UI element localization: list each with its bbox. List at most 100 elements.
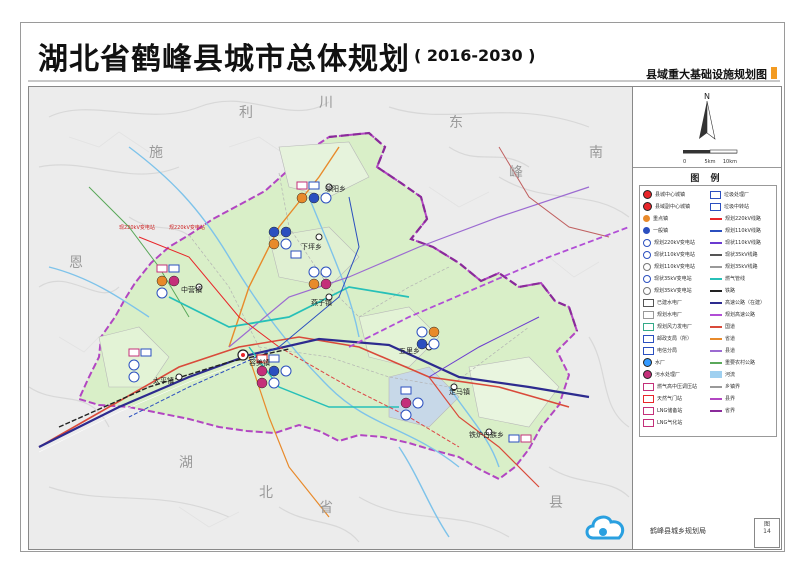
legend-item-label: 省界: [725, 408, 736, 414]
scale-mid: 5km: [705, 159, 716, 165]
legend-line-icon: [710, 337, 722, 340]
legend-item-label: 规划风力发电厂: [657, 324, 693, 330]
map-subtitle: 县域重大基础设施规划图: [646, 68, 767, 81]
svg-text:北: 北: [259, 485, 273, 501]
north-arrow-icon: N 0 5km 10km: [683, 92, 738, 165]
legend-ring-icon: [643, 262, 651, 271]
scale-left: 0: [683, 159, 686, 165]
legend-box-icon: [643, 394, 654, 403]
legend-box-icon: [643, 346, 654, 355]
legend-item: 乡镇界: [710, 382, 740, 391]
svg-text:施: 施: [149, 145, 163, 161]
town-label-wuli: 五里乡: [399, 347, 420, 355]
legend-item: 水厂: [643, 358, 665, 367]
legend-item-label: 县道: [725, 348, 736, 354]
legend-item: 规划水电厂: [643, 310, 682, 319]
legend-item-label: 污水处理厂: [655, 372, 681, 378]
legend-item: 高速公路（在建）: [710, 298, 765, 307]
legend-item-label: 国道: [725, 324, 736, 330]
north-arrow-panel: N 0 5km 10km: [633, 87, 781, 168]
legend-circle-icon: [643, 370, 652, 379]
legend-item-label: 一般镇: [653, 228, 669, 234]
town-label-rongmei: 容美镇: [249, 358, 270, 367]
legend-dash-icon: [710, 385, 722, 388]
legend-dot-icon: [643, 215, 650, 222]
legend-item: 铁路: [710, 286, 735, 295]
legend-circle-icon: [643, 202, 652, 211]
legend-item-label: 规划220kV线路: [725, 216, 761, 222]
legend-item: 已建水电厂: [643, 298, 682, 307]
svg-text:省: 省: [319, 500, 333, 516]
svg-text:县: 县: [549, 495, 563, 511]
legend-item-label: 重要农村公路: [725, 360, 756, 366]
legend-item-label: 规划35kV线路: [725, 264, 758, 270]
town-label-wuyang: 邬阳乡: [325, 184, 346, 193]
legend-item: 省界: [710, 406, 735, 415]
legend-item: 规划35kV线路: [710, 262, 758, 271]
legend-item-label: 电信分局: [657, 348, 678, 354]
legend-item-label: 现状35kV线路: [725, 252, 758, 258]
legend-item: 现状35kV变电站: [643, 274, 692, 283]
legend-item-label: 邮政支局（所）: [657, 336, 693, 342]
legend-item-label: 县城中心城镇: [655, 192, 686, 198]
legend-box-icon: [643, 418, 654, 427]
legend-dash-icon: [710, 397, 722, 400]
legend-item: 电信分局: [643, 346, 677, 355]
svg-text:东: 东: [449, 115, 463, 131]
legend-item-label: 规划110kV变电站: [654, 264, 695, 270]
legend-item-label: 天然气门站: [657, 396, 683, 402]
legend-item: 规划110kV线路: [710, 226, 761, 235]
legend-line-icon: [710, 289, 722, 292]
town-label-zhongying: 中营镇: [181, 285, 202, 294]
legend-box-icon: [710, 190, 721, 199]
note-substation-2: 规220kV变电站: [169, 224, 205, 231]
legend-item-label: 高速公路（在建）: [725, 300, 766, 306]
legend-line-icon: [710, 217, 722, 220]
legend-box-icon: [643, 406, 654, 415]
legend-item-label: LNG储备站: [657, 408, 683, 414]
legend-line-icon: [710, 313, 722, 316]
legend-item-label: 省道: [725, 336, 736, 342]
corner-number: 14: [763, 528, 771, 535]
legend-item: 现状110kV变电站: [643, 250, 695, 259]
legend-item: LNG储备站: [643, 406, 682, 415]
legend-dot-icon: [643, 227, 650, 234]
svg-text:南: 南: [589, 145, 603, 161]
legend-item-label: 垃圾中转站: [724, 204, 750, 210]
legend-item: 一般镇: [643, 226, 668, 235]
legend-item-label: 县界: [725, 396, 736, 402]
map-title: 湖北省鹤峰县城市总体规划: [38, 42, 410, 77]
legend-item-label: 水厂: [655, 360, 666, 366]
legend-item: 重点镇: [643, 214, 668, 223]
town-label-xiaping: 下坪乡: [301, 243, 322, 251]
svg-text:川: 川: [319, 95, 333, 111]
cloud-logo-icon: [585, 515, 625, 540]
legend-line-icon: [710, 253, 722, 256]
legend-item-label: 已建水电厂: [657, 300, 683, 306]
legend-item-label: 铁路: [725, 288, 736, 294]
legend-item: 规划高速公路: [710, 310, 755, 319]
town-label-tielu: 铁炉白族乡: [469, 430, 504, 439]
town-label-yanzi: 燕子镇: [311, 298, 332, 307]
legend-item: 县域副中心城镇: [643, 202, 690, 211]
legend-box-icon: [643, 298, 654, 307]
legend-item: 污水处理厂: [643, 370, 680, 379]
legend-item: 规划110kV变电站: [643, 262, 695, 271]
legend-line-icon: [710, 361, 722, 364]
legend-ring-icon: [643, 238, 651, 247]
legend-panel: N 0 5km 10km 图 例 县城中心城镇 县域副中心城镇 重点镇 一般镇 规划22…: [632, 86, 782, 550]
map-area[interactable]: 容美镇 太平镇 中营镇 燕子镇 下坪乡 邬阳乡 五里乡 走马镇 铁炉白族乡 湖 …: [28, 86, 634, 550]
town-label-taiping: 太平镇: [153, 376, 174, 385]
legend-ring-icon: [643, 286, 651, 295]
legend-item: 县城中心城镇: [643, 190, 685, 199]
legend-item: 规划220kV线路: [710, 214, 761, 223]
legend-fill-icon: [710, 371, 722, 378]
map-title-years: ( 2016-2030 ): [414, 46, 536, 65]
legend-item-label: 垃圾处理厂: [724, 192, 750, 198]
legend-line-icon: [710, 265, 722, 268]
scale-right: 10km: [723, 159, 737, 165]
legend-item-label: LNG气化站: [657, 420, 683, 426]
legend-item-label: 燃气高中压调压站: [657, 384, 698, 390]
legend-item-label: 现状110kV线路: [725, 240, 761, 246]
corner-label: 图: [763, 521, 770, 528]
